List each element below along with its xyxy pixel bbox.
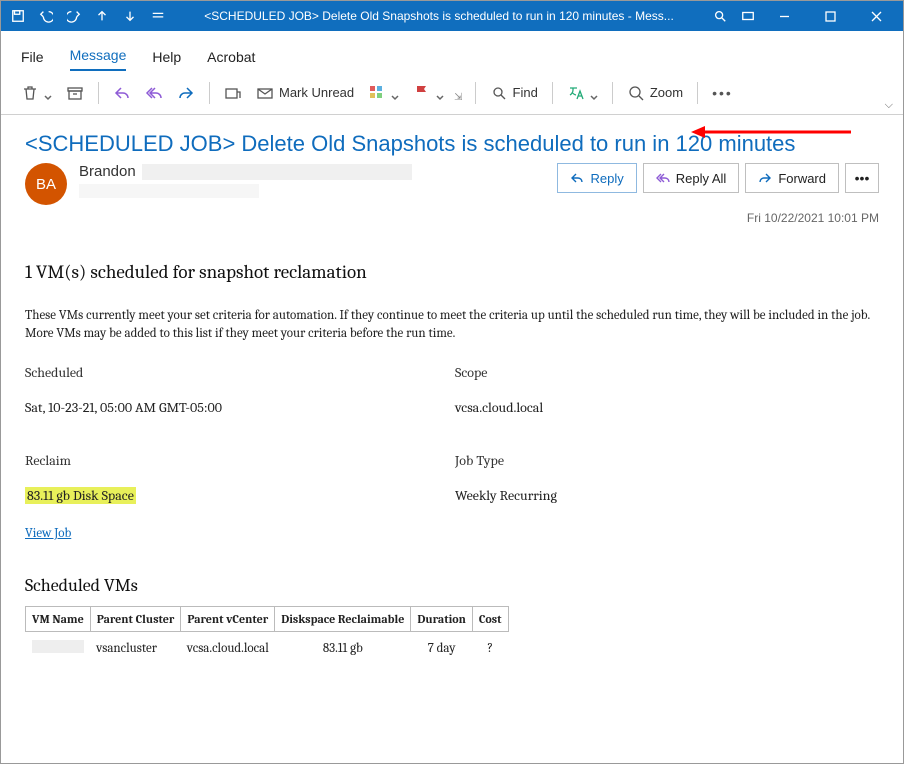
find-label: Find (513, 85, 538, 100)
zoom-button[interactable]: Zoom (621, 77, 689, 109)
zoom-label: Zoom (650, 85, 683, 100)
archive-button[interactable] (60, 77, 90, 109)
avatar: BA (25, 163, 67, 205)
minimize-button[interactable] (761, 1, 807, 31)
scheduled-vms-table: VM Name Parent Cluster Parent vCenter Di… (25, 606, 509, 665)
col-cost: Cost (472, 607, 508, 632)
col-parentcluster: Parent Cluster (90, 607, 181, 632)
separator (209, 82, 210, 104)
value-scope: vcsa.cloud.local (455, 393, 879, 422)
col-vmname: VM Name (26, 607, 91, 632)
view-job-link[interactable]: View Job (25, 526, 71, 541)
collapse-ribbon-icon[interactable]: ⌵ (885, 99, 893, 112)
reply-all-button[interactable]: Reply All (643, 163, 740, 193)
find-button[interactable]: Find (484, 77, 544, 109)
up-arrow-icon[interactable] (89, 3, 115, 29)
titlebar: <SCHEDULED JOB> Delete Old Snapshots is … (1, 1, 903, 31)
separator (697, 82, 698, 104)
redo-icon[interactable] (61, 3, 87, 29)
redacted (142, 164, 412, 180)
flag-icon[interactable] (407, 77, 450, 109)
menu-file[interactable]: File (21, 43, 44, 71)
label-scheduled: Scheduled (25, 360, 455, 385)
translate-icon[interactable] (561, 77, 604, 109)
mark-unread-button[interactable]: Mark Unread (250, 77, 360, 109)
undo-icon[interactable] (33, 3, 59, 29)
dialog-launcher-icon[interactable]: ⇲ (454, 92, 462, 103)
value-jobtype: Weekly Recurring (455, 481, 879, 510)
down-arrow-icon[interactable] (117, 3, 143, 29)
scheduled-vms-heading: Scheduled VMs (25, 575, 879, 596)
more-actions-button[interactable]: ••• (845, 163, 879, 193)
table-row: vsancluster vcsa.cloud.local 83.11 gb 7 … (26, 632, 509, 666)
menu-help[interactable]: Help (152, 43, 181, 71)
reply-label: Reply (590, 171, 623, 186)
window-title: <SCHEDULED JOB> Delete Old Snapshots is … (171, 9, 707, 23)
forward-toolbar-icon[interactable] (171, 77, 201, 109)
label-scope: Scope (455, 360, 879, 385)
annotation-arrow (691, 123, 851, 141)
body-description: These VMs currently meet your set criter… (25, 307, 879, 342)
share-teams-icon[interactable] (218, 77, 248, 109)
maximize-button[interactable] (807, 1, 853, 31)
reply-all-toolbar-icon[interactable] (139, 77, 169, 109)
cell-vcenter: vcsa.cloud.local (181, 632, 275, 666)
separator (98, 82, 99, 104)
menu-acrobat[interactable]: Acrobat (207, 43, 255, 71)
save-icon[interactable] (5, 3, 31, 29)
col-diskspace: Diskspace Reclaimable (275, 607, 411, 632)
more-commands-icon[interactable]: ••• (706, 77, 739, 109)
cell-duration: 7 day (411, 632, 473, 666)
redacted (79, 184, 259, 198)
separator (612, 82, 613, 104)
value-reclaim: 83.11 gb Disk Space (25, 487, 136, 504)
label-jobtype: Job Type (455, 448, 879, 473)
menu-message[interactable]: Message (70, 41, 127, 71)
reply-all-label: Reply All (676, 171, 727, 186)
categorize-icon[interactable] (362, 77, 405, 109)
menubar: File Message Help Acrobat (1, 35, 903, 71)
ribbon-mode-icon[interactable] (735, 3, 761, 29)
cell-cost: ? (472, 632, 508, 666)
reply-button[interactable]: Reply (557, 163, 636, 193)
table-header-row: VM Name Parent Cluster Parent vCenter Di… (26, 607, 509, 632)
received-date: Fri 10/22/2021 10:01 PM (25, 211, 879, 225)
col-duration: Duration (411, 607, 473, 632)
cell-diskspace: 83.11 gb (275, 632, 411, 666)
close-button[interactable] (853, 1, 899, 31)
customize-qat-icon[interactable] (145, 3, 171, 29)
mark-unread-label: Mark Unread (279, 85, 354, 100)
delete-button[interactable] (15, 77, 58, 109)
reply-toolbar-icon[interactable] (107, 77, 137, 109)
cell-cluster: vsancluster (90, 632, 181, 666)
search-title-icon[interactable] (707, 3, 733, 29)
separator (552, 82, 553, 104)
value-scheduled: Sat, 10-23-21, 05:00 AM GMT-05:00 (25, 393, 455, 422)
redacted (32, 640, 84, 653)
col-parentvcenter: Parent vCenter (181, 607, 275, 632)
message-body: 1 VM(s) scheduled for snapshot reclamati… (1, 237, 903, 681)
forward-label: Forward (778, 171, 826, 186)
toolbar: Mark Unread ⇲ Find Zoom ••• ⌵ (1, 71, 903, 115)
separator (475, 82, 476, 104)
forward-button[interactable]: Forward (745, 163, 839, 193)
label-reclaim: Reclaim (25, 448, 455, 473)
body-heading: 1 VM(s) scheduled for snapshot reclamati… (25, 261, 879, 283)
sender-name: Brandon (79, 163, 136, 180)
